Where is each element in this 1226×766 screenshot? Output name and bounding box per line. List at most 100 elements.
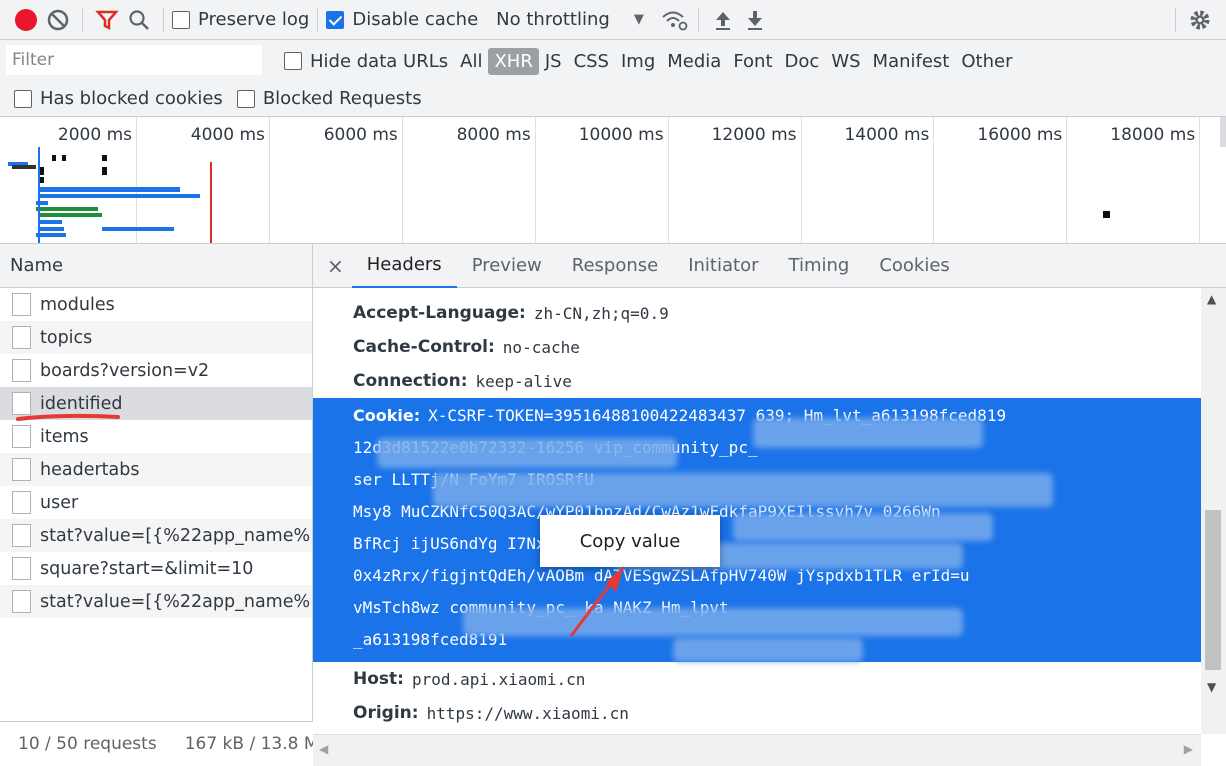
- tab-initiator[interactable]: Initiator: [673, 244, 773, 288]
- file-icon: [12, 557, 31, 580]
- file-icon: [12, 491, 31, 514]
- throttling-value: No throttling: [496, 9, 610, 30]
- filter-type-font[interactable]: Font: [727, 48, 778, 75]
- header-value: zh-CN,zh;q=0.9: [533, 303, 669, 323]
- filter-toggle-button[interactable]: [91, 4, 123, 36]
- request-name: headertabs: [40, 459, 140, 480]
- search-button[interactable]: [123, 4, 155, 36]
- blocked-requests-label: Blocked Requests: [262, 88, 422, 109]
- close-details-icon[interactable]: ×: [327, 254, 344, 278]
- tab-response[interactable]: Response: [557, 244, 673, 288]
- network-toolbar: Preserve log Disable cache No throttling…: [0, 0, 1226, 40]
- request-row[interactable]: identified: [0, 387, 312, 420]
- preserve-log-checkbox[interactable]: Preserve log: [172, 9, 309, 30]
- header-value: no-cache: [502, 337, 580, 357]
- request-name: topics: [40, 327, 93, 348]
- file-icon: [12, 359, 31, 382]
- request-row[interactable]: user: [0, 486, 312, 519]
- header-name: Origin:: [353, 703, 419, 723]
- tab-preview[interactable]: Preview: [457, 244, 557, 288]
- horizontal-scrollbar[interactable]: ◀ ▶: [313, 734, 1201, 766]
- import-har-button[interactable]: [707, 4, 739, 36]
- export-har-button[interactable]: [739, 4, 771, 36]
- tab-cookies[interactable]: Cookies: [864, 244, 964, 288]
- filter-type-manifest[interactable]: Manifest: [867, 48, 956, 75]
- header-value: https://www.xiaomi.cn: [426, 703, 629, 723]
- blocked-requests-box[interactable]: [236, 89, 255, 108]
- header-line[interactable]: Origin: https://www.xiaomi.cn: [313, 696, 1201, 730]
- header-line[interactable]: Cache-Control: no-cache: [313, 330, 1201, 364]
- hide-data-urls-checkbox[interactable]: Hide data URLs: [284, 51, 448, 72]
- preserve-log-box[interactable]: [172, 10, 190, 29]
- disable-cache-box[interactable]: [326, 10, 345, 29]
- filter-type-doc[interactable]: Doc: [779, 48, 826, 75]
- request-row[interactable]: items: [0, 420, 312, 453]
- request-row[interactable]: modules: [0, 288, 312, 321]
- header-line[interactable]: Accept-Language: zh-CN,zh;q=0.9: [313, 296, 1201, 330]
- file-icon: [12, 590, 31, 613]
- request-name: identified: [40, 393, 123, 414]
- filter-type-js[interactable]: JS: [539, 48, 568, 75]
- context-menu: Copy value: [540, 515, 720, 567]
- file-icon: [12, 392, 31, 415]
- scroll-right-icon[interactable]: ▶: [1184, 742, 1193, 756]
- file-icon: [12, 458, 31, 481]
- throttling-select[interactable]: No throttling ▼: [496, 9, 644, 30]
- request-row[interactable]: stat?value=[{%22app_name%...: [0, 519, 312, 552]
- filter-type-other[interactable]: Other: [955, 48, 1018, 75]
- request-row[interactable]: boards?version=v2: [0, 354, 312, 387]
- clear-button[interactable]: [42, 4, 74, 36]
- header-name: Cache-Control:: [353, 337, 495, 357]
- clear-icon: [47, 9, 69, 30]
- request-name: modules: [40, 294, 115, 315]
- tab-headers[interactable]: Headers: [351, 244, 457, 288]
- request-list: modules topics boards?version=v2 identified…: [0, 288, 312, 618]
- gear-icon: [1190, 10, 1210, 29]
- filter-type-css[interactable]: CSS: [568, 48, 615, 75]
- request-row[interactable]: square?start=&limit=10: [0, 552, 312, 585]
- scrollbar-thumb[interactable]: [1205, 510, 1221, 670]
- scroll-up-icon[interactable]: ▲: [1207, 292, 1216, 306]
- disable-cache-checkbox[interactable]: Disable cache: [326, 9, 478, 30]
- record-button[interactable]: [10, 4, 42, 36]
- filter-input[interactable]: Filter: [6, 45, 262, 75]
- request-row[interactable]: headertabs: [0, 453, 312, 486]
- request-name: stat?value=[{%22app_name%...: [40, 525, 312, 546]
- file-icon: [12, 425, 31, 448]
- filter-type-xhr[interactable]: XHR: [488, 47, 539, 75]
- header-value: prod.api.xiaomi.cn: [411, 669, 586, 689]
- network-conditions-button[interactable]: [658, 4, 690, 36]
- download-icon: [747, 10, 762, 30]
- timeline-overview[interactable]: 2000 ms 4000 ms 6000 ms 8000 ms 10000 ms 1200…: [0, 117, 1226, 244]
- filter-type-media[interactable]: Media: [661, 48, 727, 75]
- name-column-header[interactable]: Name: [0, 244, 312, 288]
- request-name: stat?value=[{%22app_name%...: [40, 591, 312, 612]
- blocked-requests-checkbox[interactable]: Blocked Requests: [236, 88, 422, 109]
- copy-value-menu-item[interactable]: Copy value: [580, 531, 681, 552]
- upload-icon: [715, 11, 730, 30]
- filter-type-all[interactable]: All: [454, 48, 488, 75]
- vertical-scrollbar[interactable]: ▲ ▼: [1201, 288, 1226, 734]
- filter-type-ws[interactable]: WS: [825, 48, 866, 75]
- cookie-filter-bar: Has blocked cookies Blocked Requests: [0, 81, 1226, 117]
- network-summary-bar: 10 / 50 requests 167 kB / 13.8 M: [0, 721, 313, 766]
- request-row[interactable]: topics: [0, 321, 312, 354]
- scroll-down-icon[interactable]: ▼: [1207, 680, 1216, 694]
- filter-type-img[interactable]: Img: [615, 48, 661, 75]
- timeline-tick: 18000 ms: [0, 117, 1201, 243]
- filter-bar: Filter Hide data URLs All XHR JS CSS Img Medi…: [0, 40, 1226, 81]
- hide-data-urls-box[interactable]: [284, 52, 302, 70]
- hide-data-urls-label: Hide data URLs: [310, 50, 449, 72]
- has-blocked-cookies-box[interactable]: [14, 89, 32, 108]
- cookie-header-name: Cookie:: [353, 406, 421, 425]
- request-details-panel: × Headers Preview Response Initiator Timing C…: [313, 244, 1226, 766]
- scroll-left-icon[interactable]: ◀: [319, 742, 328, 756]
- request-row[interactable]: stat?value=[{%22app_name%...: [0, 585, 312, 618]
- has-blocked-cookies-checkbox[interactable]: Has blocked cookies: [14, 88, 223, 109]
- tab-timing[interactable]: Timing: [774, 244, 865, 288]
- header-line[interactable]: Connection: keep-alive: [313, 364, 1201, 398]
- header-line[interactable]: Host: prod.api.xiaomi.cn: [313, 662, 1201, 696]
- settings-button[interactable]: [1184, 4, 1216, 36]
- chevron-down-icon: ▼: [633, 12, 644, 27]
- request-name: square?start=&limit=10: [40, 558, 254, 579]
